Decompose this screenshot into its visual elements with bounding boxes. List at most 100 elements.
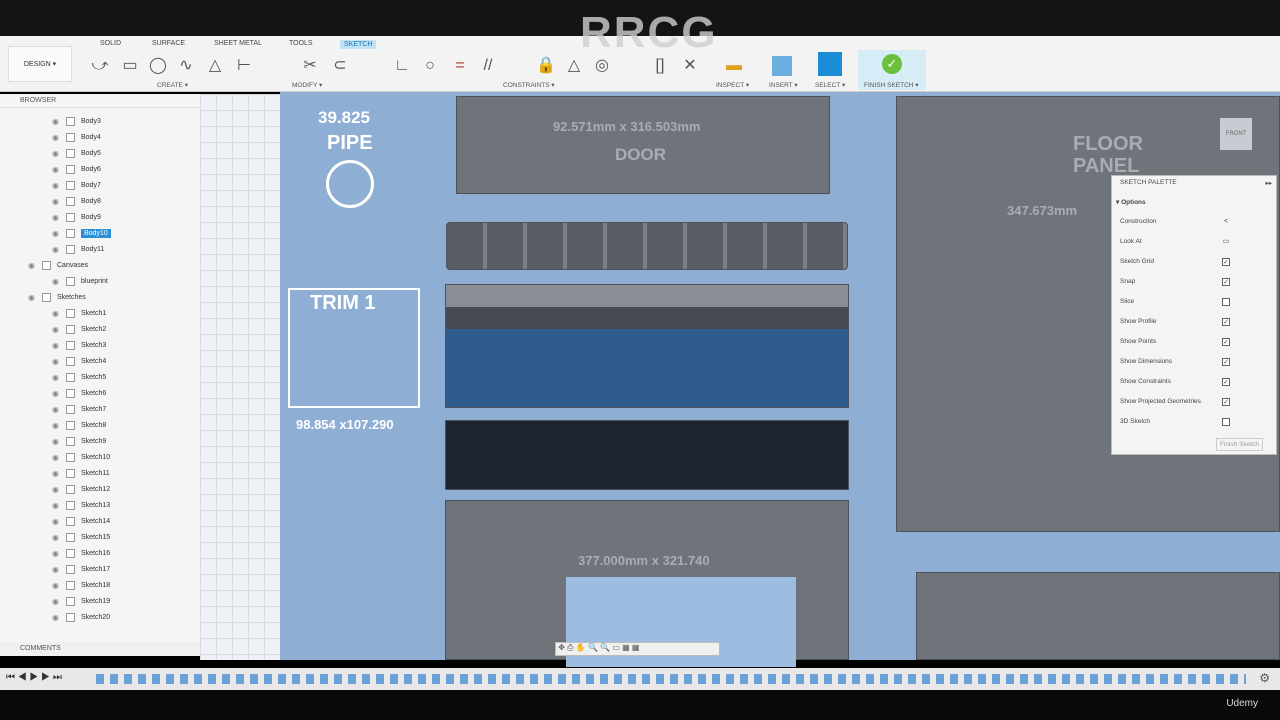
visibility-eye-icon[interactable]: ◉ <box>52 245 62 254</box>
visibility-eye-icon[interactable]: ◉ <box>28 261 38 270</box>
trim-scissors-icon[interactable]: ✂ <box>300 56 320 76</box>
offset-icon[interactable]: ⊂ <box>330 56 350 76</box>
browser-item[interactable]: ◉ Sketch18 <box>52 578 110 592</box>
palette-checkbox[interactable]: ✓ <box>1222 278 1230 286</box>
visibility-eye-icon[interactable]: ◉ <box>52 373 62 382</box>
palette-checkbox[interactable]: ✓ <box>1222 378 1230 386</box>
browser-item[interactable]: ◉ Sketch9 <box>52 434 106 448</box>
visibility-eye-icon[interactable]: ◉ <box>52 501 62 510</box>
gear-icon[interactable]: ⚙ <box>1259 671 1270 685</box>
visibility-eye-icon[interactable]: ◉ <box>52 549 62 558</box>
browser-item[interactable]: ◉ Body11 <box>52 242 104 256</box>
visibility-eye-icon[interactable]: ◉ <box>52 581 62 590</box>
visibility-eye-icon[interactable]: ◉ <box>52 149 62 158</box>
lock-icon[interactable]: 🔒 <box>536 56 556 76</box>
browser-item[interactable]: ◉ Sketch10 <box>52 450 110 464</box>
modify-menu[interactable]: MODIFY ▾ <box>292 81 322 89</box>
visibility-eye-icon[interactable]: ◉ <box>52 229 62 238</box>
tab-sketch[interactable]: SKETCH <box>340 40 377 49</box>
timeline-features[interactable] <box>96 674 1246 684</box>
finish-sketch-menu[interactable]: FINISH SKETCH ▾ <box>864 81 919 89</box>
dimension-icon[interactable]: ⊢ <box>234 56 254 76</box>
palette-checkbox[interactable] <box>1222 418 1230 426</box>
inspect-menu[interactable]: INSPECT ▾ <box>716 81 749 89</box>
browser-item[interactable]: ◉ Sketch19 <box>52 594 110 608</box>
measure-icon[interactable]: ▬ <box>724 56 744 76</box>
palette-checkbox[interactable]: ✓ <box>1222 258 1230 266</box>
browser-item[interactable]: ◉ Body10 <box>52 226 111 240</box>
palette-checkbox[interactable]: ✓ <box>1222 318 1230 326</box>
browser-item[interactable]: ◉ Body9 <box>52 210 101 224</box>
coincident-icon[interactable]: ∟ <box>392 56 412 76</box>
browser-item[interactable]: ◉ Body3 <box>52 114 101 128</box>
playback-controls[interactable]: ⏮ ◀ ▶ ▶ ⏭ <box>6 672 62 683</box>
browser-item[interactable]: ◉ Body7 <box>52 178 101 192</box>
symmetry-icon[interactable]: [] <box>650 56 670 76</box>
tab-solid[interactable]: SOLID <box>100 40 121 47</box>
browser-item[interactable]: ◉ Sketch4 <box>52 354 106 368</box>
select-icon[interactable] <box>818 52 842 76</box>
navigation-bar[interactable]: ✥ ⎙ ✋ 🔍 🔍 ▭ ▦ ▦ <box>555 642 720 656</box>
look-at-icon[interactable]: ▭ <box>1222 238 1230 246</box>
browser-item[interactable]: ◉ Body8 <box>52 194 101 208</box>
equal-icon[interactable]: = <box>450 56 470 76</box>
select-menu[interactable]: SELECT ▾ <box>815 81 845 89</box>
tangent-icon[interactable]: ○ <box>420 56 440 76</box>
browser-item[interactable]: ◉ Sketch20 <box>52 610 110 624</box>
construction-icon[interactable]: < <box>1222 218 1230 226</box>
workspace-dropdown[interactable]: DESIGN ▾ <box>8 46 72 82</box>
visibility-eye-icon[interactable]: ◉ <box>52 277 62 286</box>
browser-item[interactable]: ◉ Sketch5 <box>52 370 106 384</box>
browser-item[interactable]: ◉ Sketch2 <box>52 322 106 336</box>
browser-item[interactable]: ◉ Sketch16 <box>52 546 110 560</box>
browser-item[interactable]: ◉ Sketch13 <box>52 498 110 512</box>
visibility-eye-icon[interactable]: ◉ <box>52 453 62 462</box>
visibility-eye-icon[interactable]: ◉ <box>52 517 62 526</box>
visibility-eye-icon[interactable]: ◉ <box>52 341 62 350</box>
visibility-eye-icon[interactable]: ◉ <box>52 389 62 398</box>
visibility-eye-icon[interactable]: ◉ <box>52 613 62 622</box>
timeline[interactable]: ⏮ ◀ ▶ ▶ ⏭ ⚙ <box>0 668 1280 690</box>
browser-item[interactable]: ◉ Sketch7 <box>52 402 106 416</box>
visibility-eye-icon[interactable]: ◉ <box>52 533 62 542</box>
insert-menu[interactable]: INSERT ▾ <box>769 81 798 89</box>
browser-item[interactable]: ◉ Sketch3 <box>52 338 106 352</box>
visibility-eye-icon[interactable]: ◉ <box>52 325 62 334</box>
browser-item[interactable]: ◉ Canvases <box>28 258 88 272</box>
rectangle-icon[interactable]: ▭ <box>120 56 140 76</box>
browser-item[interactable]: ◉ Sketch17 <box>52 562 110 576</box>
browser-item[interactable]: ◉ Sketch15 <box>52 530 110 544</box>
visibility-eye-icon[interactable]: ◉ <box>52 421 62 430</box>
tab-surface[interactable]: SURFACE <box>152 40 185 47</box>
visibility-eye-icon[interactable]: ◉ <box>52 197 62 206</box>
curvature-icon[interactable]: ✕ <box>680 56 700 76</box>
browser-item[interactable]: ◉ Body6 <box>52 162 101 176</box>
visibility-eye-icon[interactable]: ◉ <box>52 357 62 366</box>
visibility-eye-icon[interactable]: ◉ <box>52 117 62 126</box>
palette-checkbox[interactable]: ✓ <box>1222 358 1230 366</box>
visibility-eye-icon[interactable]: ◉ <box>52 181 62 190</box>
visibility-eye-icon[interactable]: ◉ <box>52 405 62 414</box>
visibility-eye-icon[interactable]: ◉ <box>52 309 62 318</box>
browser-item[interactable]: ◉ Sketch14 <box>52 514 110 528</box>
visibility-eye-icon[interactable]: ◉ <box>52 437 62 446</box>
options-section[interactable]: ▾ Options <box>1116 198 1146 206</box>
browser-item[interactable]: ◉ Sketch6 <box>52 386 106 400</box>
constraints-menu[interactable]: CONSTRAINTS ▾ <box>503 81 555 89</box>
browser-item[interactable]: ◉ Body4 <box>52 130 101 144</box>
visibility-eye-icon[interactable]: ◉ <box>52 597 62 606</box>
circle-icon[interactable]: ◯ <box>148 56 168 76</box>
midpoint-icon[interactable]: △ <box>564 56 584 76</box>
browser-item[interactable]: ◉ Sketches <box>28 290 86 304</box>
finish-sketch-palette-button[interactable]: Finish Sketch <box>1216 438 1264 451</box>
visibility-eye-icon[interactable]: ◉ <box>52 213 62 222</box>
comments-panel[interactable]: COMMENTS <box>0 642 200 656</box>
triangle-icon[interactable]: △ <box>205 56 225 76</box>
viewcube[interactable]: FRONT <box>1220 118 1252 150</box>
visibility-eye-icon[interactable]: ◉ <box>52 565 62 574</box>
tab-sheet-metal[interactable]: SHEET METAL <box>214 40 262 47</box>
browser-item[interactable]: ◉ blueprint <box>52 274 108 288</box>
browser-item[interactable]: ◉ Body5 <box>52 146 101 160</box>
line-icon[interactable]: ⤻ <box>90 56 110 76</box>
canvas-grid[interactable] <box>200 94 280 660</box>
